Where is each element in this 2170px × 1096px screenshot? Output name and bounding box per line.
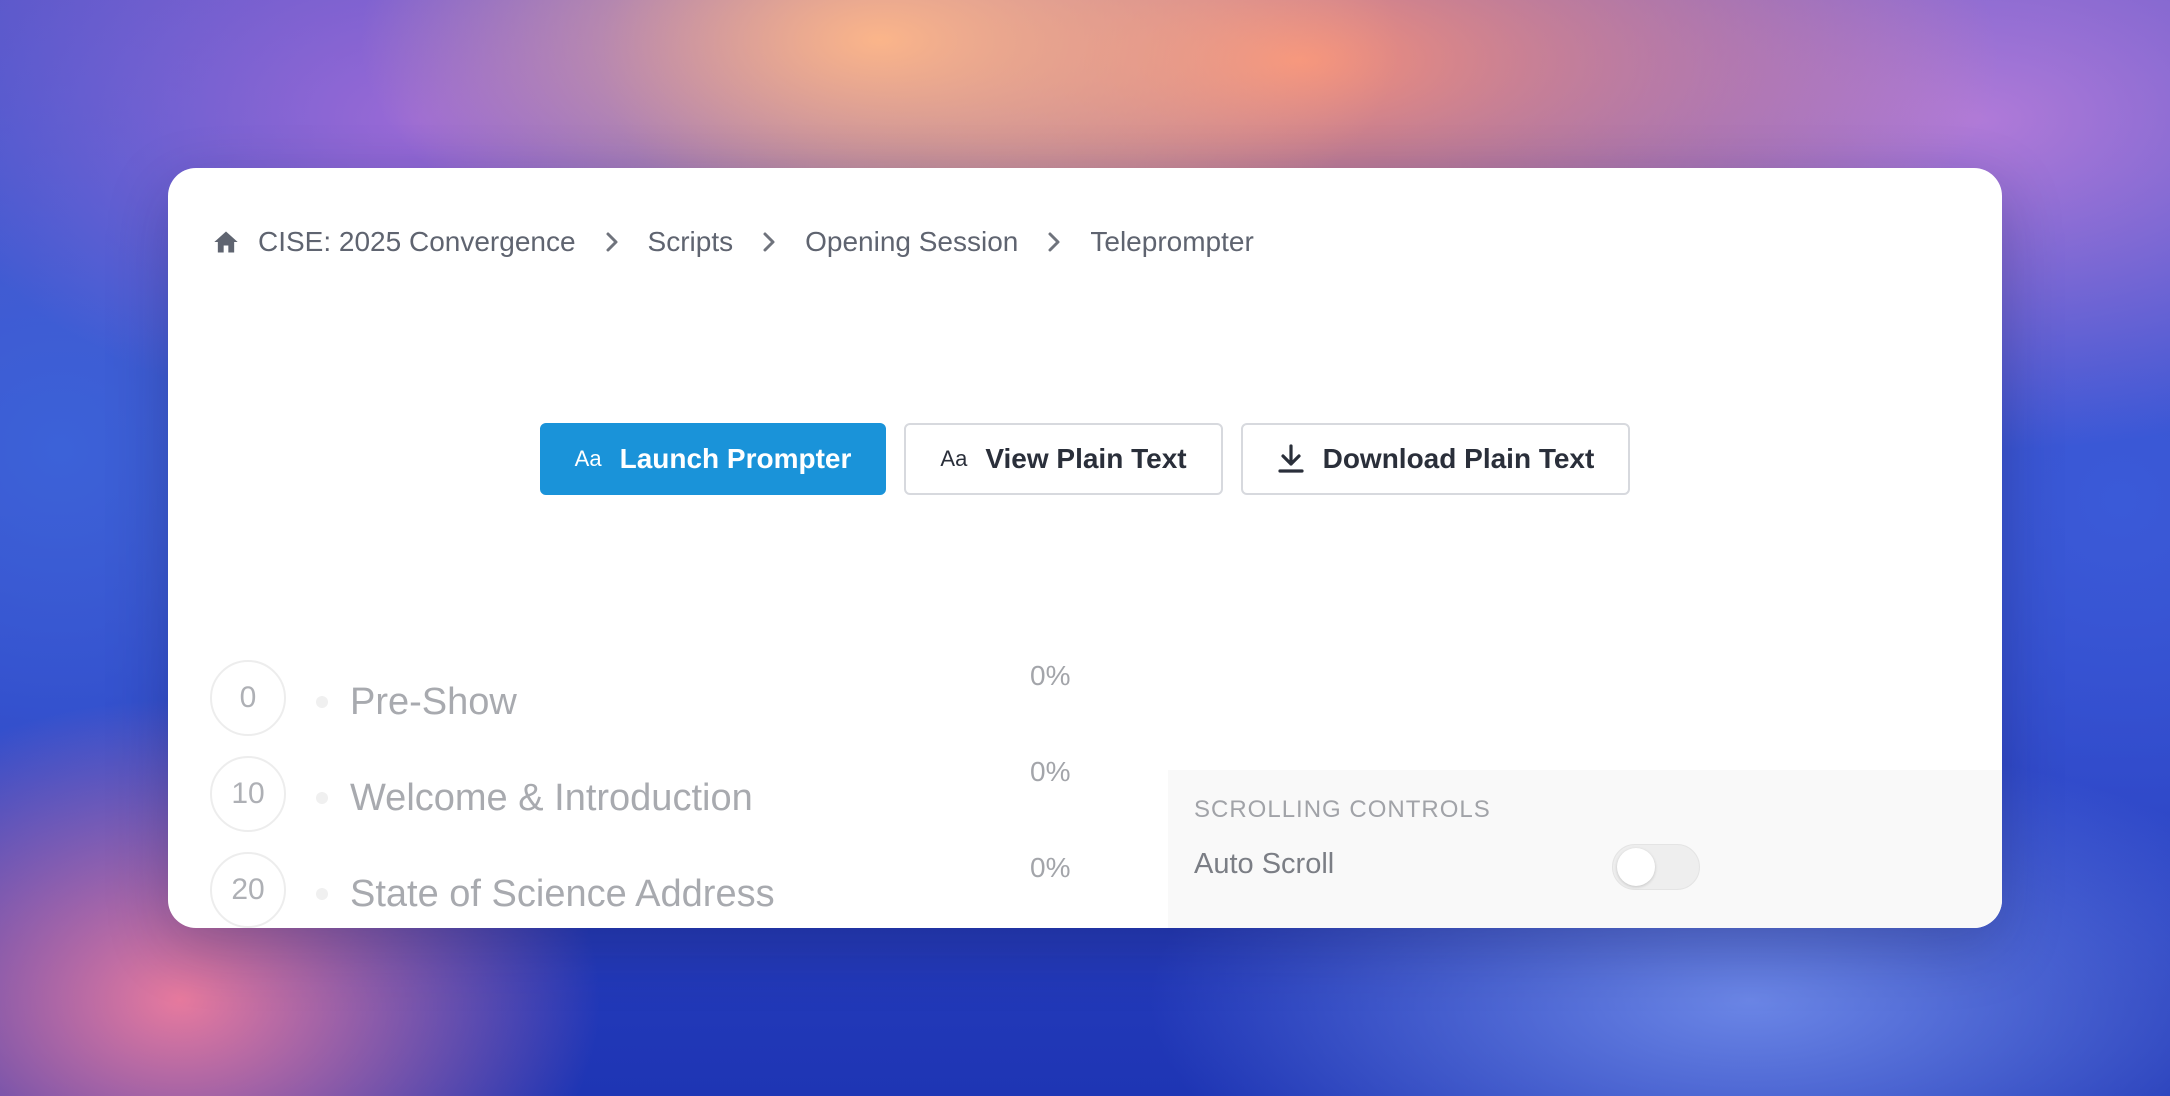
teleprompter-card: CISE: 2025 Convergence Scripts Opening S… xyxy=(168,168,2002,928)
breadcrumb-item-scripts[interactable]: Scripts xyxy=(648,226,734,258)
breadcrumb-item-teleprompter[interactable]: Teleprompter xyxy=(1090,226,1253,258)
font-icon: Aa xyxy=(940,446,968,471)
segment-number: 10 xyxy=(210,756,286,832)
segment-row[interactable]: 0 Pre-Show xyxy=(210,658,517,738)
scrolling-controls-heading: SCROLLING CONTROLS xyxy=(1194,796,1491,823)
view-plain-text-label: View Plain Text xyxy=(985,443,1187,474)
launch-prompter-label: Launch Prompter xyxy=(619,443,852,474)
home-icon[interactable] xyxy=(212,227,242,257)
segment-title: Pre-Show xyxy=(350,680,517,723)
segment-row[interactable]: 10 Welcome & Introduction xyxy=(210,754,753,834)
segment-progress: 0% xyxy=(1030,756,1071,787)
scrolling-controls-panel: SCROLLING CONTROLS Auto Scroll xyxy=(1168,770,2002,928)
auto-scroll-toggle[interactable] xyxy=(1612,844,1700,890)
chevron-right-icon xyxy=(1046,230,1062,254)
download-plain-text-label: Download Plain Text xyxy=(1322,443,1595,474)
font-icon: Aa xyxy=(574,446,602,471)
segment-title: State of Science Address xyxy=(350,872,775,915)
segment-progress: 0% xyxy=(1030,660,1071,691)
auto-scroll-label: Auto Scroll xyxy=(1194,848,1335,880)
chevron-right-icon xyxy=(604,230,620,254)
breadcrumb: CISE: 2025 Convergence Scripts Opening S… xyxy=(212,220,1254,264)
segment-progress: 0% xyxy=(1030,852,1071,883)
download-icon xyxy=(1277,444,1305,474)
segment-title: Welcome & Introduction xyxy=(350,776,753,819)
breadcrumb-item-event[interactable]: CISE: 2025 Convergence xyxy=(258,226,576,258)
chevron-right-icon xyxy=(761,230,777,254)
segment-number: 20 xyxy=(210,852,286,928)
status-dot-icon xyxy=(316,792,328,804)
action-buttons: Aa Launch Prompter Aa View Plain Text Do… xyxy=(168,423,2002,495)
status-dot-icon xyxy=(316,696,328,708)
status-dot-icon xyxy=(316,888,328,900)
download-plain-text-button[interactable]: Download Plain Text xyxy=(1240,423,1631,495)
segment-row[interactable]: 20 State of Science Address xyxy=(210,850,775,928)
breadcrumb-item-session[interactable]: Opening Session xyxy=(805,226,1018,258)
toggle-knob xyxy=(1617,848,1655,886)
segment-number: 0 xyxy=(210,660,286,736)
view-plain-text-button[interactable]: Aa View Plain Text xyxy=(904,423,1223,495)
launch-prompter-button[interactable]: Aa Launch Prompter xyxy=(539,423,887,495)
